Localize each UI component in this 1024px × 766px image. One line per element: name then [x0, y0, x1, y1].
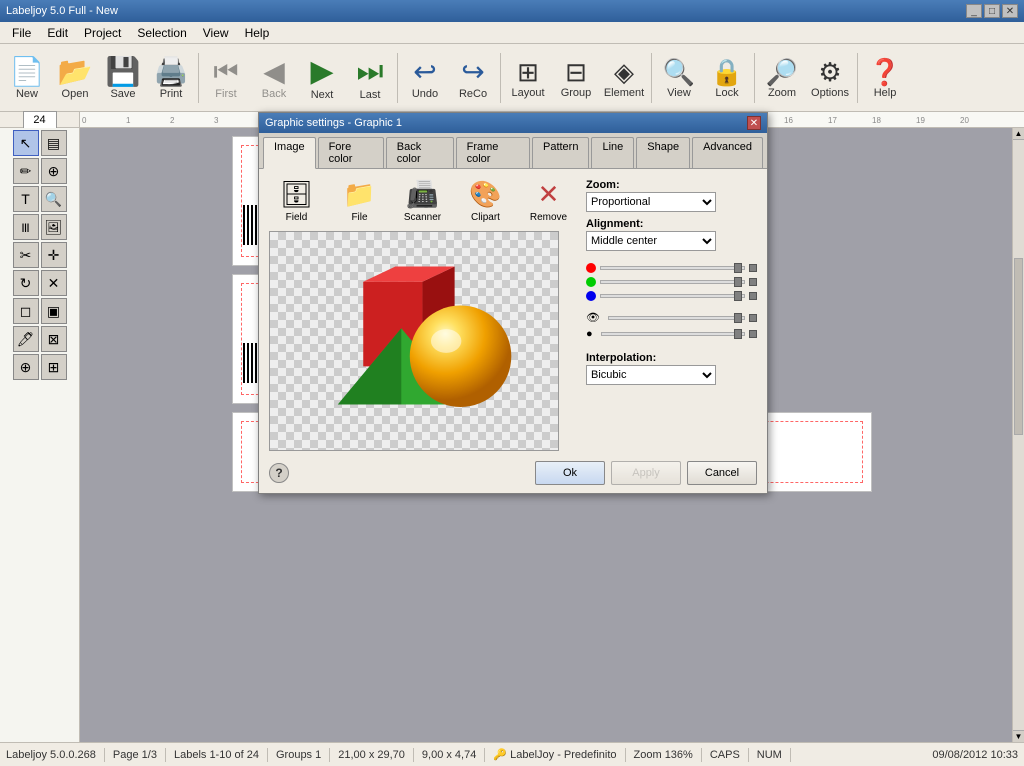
tab-shape[interactable]: Shape [636, 137, 690, 168]
opacity-slider-1 [608, 316, 745, 320]
scanner-icon: 📠 [406, 179, 438, 210]
zoom-control-label: Zoom: [586, 179, 757, 191]
red-slider-knob[interactable] [749, 264, 757, 272]
dialog-content: 🗄 Field 📁 File 📠 Scanner 🎨 Clipart [259, 169, 767, 461]
red-slider-row [586, 263, 757, 273]
file-label: File [351, 212, 367, 223]
remove-icon: ✕ [538, 179, 560, 210]
tab-pattern[interactable]: Pattern [532, 137, 589, 168]
circle-icon: ● [586, 328, 593, 340]
interpolation-select[interactable]: Bicubic Bilinear None [586, 365, 716, 385]
dialog-buttons: Ok Apply Cancel [535, 461, 757, 485]
file-icon: 📁 [343, 179, 375, 210]
tab-advanced[interactable]: Advanced [692, 137, 763, 168]
opacity-knob-1[interactable] [749, 314, 757, 322]
tab-back-color[interactable]: Back color [386, 137, 454, 168]
image-preview [269, 231, 559, 451]
scanner-label: Scanner [404, 212, 441, 223]
field-icon: 🗄 [280, 179, 313, 210]
blue-slider-row [586, 291, 757, 301]
dialog-close-button[interactable]: ✕ [747, 116, 761, 130]
dialog-tabs: Image Fore color Back color Frame color … [259, 133, 767, 169]
blue-slider-handle[interactable] [734, 291, 742, 301]
image-source-buttons: 🗄 Field 📁 File 📠 Scanner 🎨 Clipart [269, 179, 576, 223]
field-button[interactable]: 🗄 Field [269, 179, 324, 223]
tab-image[interactable]: Image [263, 137, 316, 169]
blue-dot [586, 291, 596, 301]
eye-icon-1: 👁 [586, 311, 600, 324]
tab-fore-color[interactable]: Fore color [318, 137, 384, 168]
zoom-select[interactable]: Proportional Fit Stretch Original [586, 192, 716, 212]
visibility-row-2: ● [586, 328, 757, 340]
dialog-title: Graphic settings - Graphic 1 [265, 117, 402, 129]
tab-frame-color[interactable]: Frame color [456, 137, 530, 168]
red-slider-handle[interactable] [734, 263, 742, 273]
opacity-knob-2[interactable] [749, 330, 757, 338]
opacity-handle-1[interactable] [734, 313, 742, 323]
remove-label: Remove [530, 212, 567, 223]
opacity-handle-2[interactable] [734, 329, 742, 339]
cancel-button[interactable]: Cancel [687, 461, 757, 485]
scanner-button[interactable]: 📠 Scanner [395, 179, 450, 223]
dialog-overlay: Graphic settings - Graphic 1 ✕ Image For… [0, 0, 1024, 766]
alignment-control-label: Alignment: [586, 218, 757, 230]
interpolation-label: Interpolation: [586, 352, 757, 364]
file-button[interactable]: 📁 File [332, 179, 387, 223]
dialog-titlebar: Graphic settings - Graphic 1 ✕ [259, 113, 767, 133]
blue-slider-knob[interactable] [749, 292, 757, 300]
alignment-select[interactable]: Middle center Top left Top center Top ri… [586, 231, 716, 251]
visibility-row-1: 👁 [586, 311, 757, 324]
image-controls: Zoom: Proportional Fit Stretch Original … [586, 179, 757, 451]
green-slider-knob[interactable] [749, 278, 757, 286]
red-slider-track [600, 266, 745, 270]
opacity-slider-2 [601, 332, 745, 336]
green-slider-track [600, 280, 745, 284]
blue-slider-track [600, 294, 745, 298]
field-label: Field [286, 212, 308, 223]
graphic-settings-dialog: Graphic settings - Graphic 1 ✕ Image For… [258, 112, 768, 494]
clipart-label: Clipart [471, 212, 500, 223]
remove-button[interactable]: ✕ Remove [521, 179, 576, 223]
ok-button[interactable]: Ok [535, 461, 605, 485]
clipart-button[interactable]: 🎨 Clipart [458, 179, 513, 223]
clipart-icon: 🎨 [469, 179, 501, 210]
green-slider-handle[interactable] [734, 277, 742, 287]
apply-button[interactable]: Apply [611, 461, 681, 485]
dialog-bottom-row: ? Ok Apply Cancel [259, 461, 767, 493]
green-dot [586, 277, 596, 287]
green-slider-row [586, 277, 757, 287]
tab-line[interactable]: Line [591, 137, 634, 168]
dialog-help-button[interactable]: ? [269, 463, 289, 483]
red-dot [586, 263, 596, 273]
